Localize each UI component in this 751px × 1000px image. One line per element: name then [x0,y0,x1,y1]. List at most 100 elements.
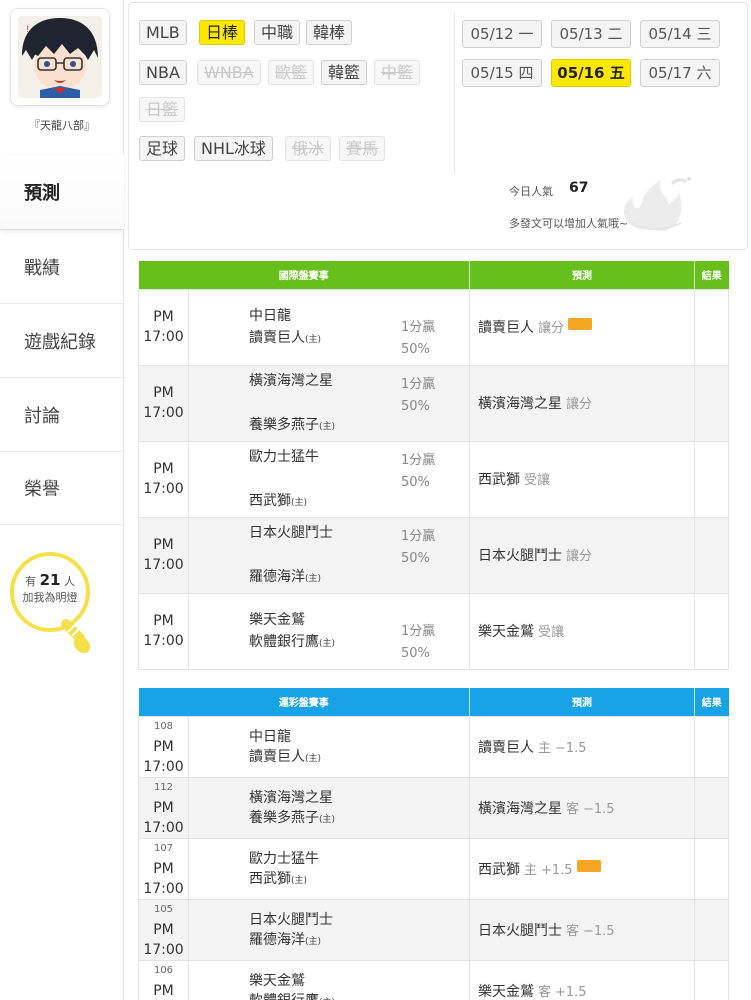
prediction-cell[interactable]: 樂天金鷲 受讓 [469,592,695,670]
match-teams: 日本火腿鬥士 羅德海洋(主) [188,898,470,961]
result-cell [694,898,729,961]
sidebar-item-predict[interactable]: 預測 [0,155,124,229]
prediction-cell[interactable]: 西武獅 受讓 [469,440,695,518]
predicted-team: 讀賣巨人 [478,739,534,756]
avatar[interactable]: ! [18,16,102,98]
result-cell [694,364,729,442]
prediction-cell[interactable]: 讀賣巨人 讓分 [469,288,695,366]
match-time-cell: 105 PM 17:00 [138,898,189,961]
odds-line: 1分贏 [401,528,436,544]
sport-chip-nhl[interactable]: NHL冰球 [194,136,273,161]
table-header: 國際盤賽事 預測 結果 [138,261,729,289]
odds-info: 1分贏 50% [401,526,435,570]
avatar-frame[interactable]: ! [10,8,110,106]
match-teams: 橫濱海灣之星 養樂多燕子(主) 1分贏 50% [188,364,470,442]
avatar-image: ! [18,16,102,98]
date-chip-0514[interactable]: 05/14 三 [640,20,720,48]
prediction-cell[interactable]: 橫濱海灣之星 讓分 [469,364,695,442]
fan-lightbulb[interactable]: 有 21 人 加我為明燈 [8,550,108,660]
table-row: 108 PM 17:00 中日龍 讀賣巨人(主) 讀賣巨人主 −1.5 [138,715,729,778]
sport-chip-cpbl[interactable]: 中職 [254,20,301,45]
sport-chip-kbl[interactable]: 韓籃 [321,60,368,85]
away-team: 中日龍 [249,308,291,324]
column-header-match: 運彩盤賽事 [138,688,470,716]
prediction-cell[interactable]: 日本火腿鬥士 讓分 [469,516,695,594]
sidebar-item-label: 戰績 [24,257,60,279]
username[interactable]: 『天龍八部』 [0,117,124,133]
home-mark: (主) [291,875,308,886]
predicted-team: 日本火腿鬥士 [478,548,562,564]
prediction-cell[interactable]: 樂天金鷲客 +1.5 [469,959,695,1000]
game-number: 105 [153,903,174,915]
sidebar-item-label: 遊戲紀錄 [24,331,96,353]
column-header-prediction: 預測 [469,688,695,716]
prediction-type: 讓分 [566,549,593,564]
result-cell [694,516,729,594]
sidebar-item-game-log[interactable]: 遊戲紀錄 [0,303,124,377]
predicted-team: 樂天金鷲 [478,983,534,1000]
home-mark: (主) [305,335,322,345]
home-team: 讀賣巨人 [249,748,305,765]
table-row: 106PM 17:00樂天金鷲軟體銀行鷹(主)樂天金鷲客+1.5 [138,959,729,1000]
home-mark: (主) [319,814,336,825]
odds-line: 1分贏 [401,319,436,335]
match-teams: 中日龍 讀賣巨人(主) 1分贏 50% [188,288,470,366]
intl-odds-table: 國際盤賽事 預測 結果 PM 17:00 中日龍 讀賣巨人(主) 1分贏 50% 讀賣巨人… [138,261,729,670]
sport-chip-nba[interactable]: NBA [139,60,187,85]
home-team-line: 養樂多燕子(主) [249,414,469,436]
prediction-cell[interactable]: 讀賣巨人主 −1.5 [469,715,695,778]
sidebar-item-record[interactable]: 戰績 [0,229,124,303]
table-row: PM 17:00 橫濱海灣之星 養樂多燕子(主) 1分贏 50% 橫濱海灣之星 讓分 [138,364,729,442]
prediction-line: +1.5 [555,984,587,1000]
away-team: 日本火腿鬥士 [249,525,333,541]
sidebar-item-honor[interactable]: 榮譽 [0,451,124,525]
home-team: 西武獅 [249,493,291,509]
date-chip-0516[interactable]: 05/16 五 [551,59,631,87]
sport-chip-cba: 中籃 [374,60,421,85]
fan-count: 21 [39,571,61,589]
home-team-line: 養樂多燕子(主) [249,808,469,828]
home-mark: (主) [319,639,336,649]
sport-chip-wnba: WNBA [197,60,261,85]
date-chip-0515[interactable]: 05/15 四 [462,59,542,87]
home-mark: (主) [305,753,322,764]
column-header-match: 國際盤賽事 [138,261,470,289]
home-team: 軟體銀行鷹 [249,993,319,1000]
sidebar-menu: 預測 戰績 遊戲紀錄 討論 榮譽 [0,155,124,525]
odds-percent: 50% [401,398,430,414]
home-team: 養樂多燕子 [249,417,319,433]
date-chip-0513[interactable]: 05/13 二 [551,20,631,48]
prediction-side: 客 [566,801,580,817]
column-header-result: 結果 [694,688,729,716]
predicted-team: 讀賣巨人 [478,320,534,336]
odds-percent: 50% [401,645,430,661]
home-team: 讀賣巨人 [249,330,305,346]
result-cell [694,837,729,900]
sport-chip-mlb[interactable]: MLB [139,20,187,45]
match-time: PM 17:00 [143,921,184,958]
sidebar-item-discussion[interactable]: 討論 [0,377,124,451]
prediction-cell[interactable]: 西武獅主 +1.5 [469,837,695,900]
home-team: 養樂多燕子 [249,809,319,826]
prediction-type: 讓分 [538,321,565,336]
match-teams: 中日龍 讀賣巨人(主) [188,715,470,778]
table-row: 105 PM 17:00 日本火腿鬥士 羅德海洋(主) 日本火腿鬥士客 −1.5 [138,898,729,961]
home-mark: (主) [305,574,322,584]
flame-decoration-icon [623,177,691,231]
match-time: PM 17:00 [138,516,189,594]
match-time-cell: 112 PM 17:00 [138,776,189,839]
prediction-cell[interactable]: 橫濱海灣之星客 −1.5 [469,776,695,839]
odds-info: 1分贏 50% [401,450,435,494]
divider [454,13,455,173]
predicted-team: 樂天金鷲 [478,624,534,640]
sport-chip-npb[interactable]: 日棒 [199,20,246,45]
table-row: 112 PM 17:00 橫濱海灣之星 養樂多燕子(主) 橫濱海灣之星客 −1.5 [138,776,729,839]
result-cell [694,288,729,366]
date-chip-0517[interactable]: 05/17 六 [640,59,720,87]
prediction-cell[interactable]: 日本火腿鬥士客 −1.5 [469,898,695,961]
home-team: 羅德海洋 [249,569,305,585]
sport-chip-kbo[interactable]: 韓棒 [306,20,353,45]
away-team: 日本火腿鬥士 [249,911,333,928]
date-chip-0512[interactable]: 05/12 一 [462,20,542,48]
sport-chip-soccer[interactable]: 足球 [139,136,186,161]
